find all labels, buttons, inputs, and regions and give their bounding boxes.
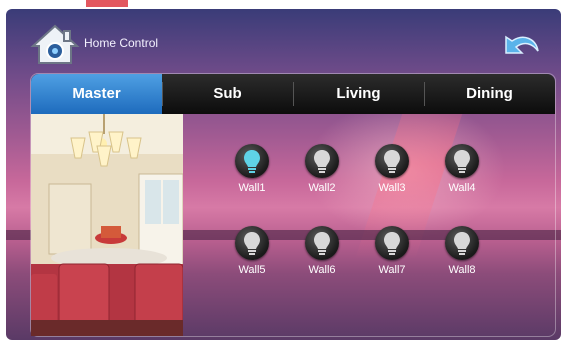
tab-sub[interactable]: Sub: [162, 74, 293, 114]
light-wall5[interactable]: Wall5: [227, 226, 277, 276]
bulb-icon[interactable]: [305, 226, 339, 260]
light-label: Wall2: [308, 182, 336, 194]
app-title: Home Control: [84, 36, 159, 50]
bulb-icon[interactable]: [235, 226, 269, 260]
lightbulb-icon: [384, 150, 400, 173]
light-label: Wall1: [238, 182, 266, 194]
lightbulb-icon: [244, 232, 260, 255]
lightbulb-icon: [244, 150, 260, 173]
bulb-icon[interactable]: [305, 144, 339, 178]
light-wall6[interactable]: Wall6: [297, 226, 347, 276]
lightbulb-icon: [314, 150, 330, 173]
light-label: Wall5: [238, 264, 266, 276]
bulb-icon[interactable]: [375, 144, 409, 178]
app-screen: Home Control Master Sub Living Dining Wa…: [6, 9, 561, 340]
tab-dining[interactable]: Dining: [424, 74, 555, 114]
back-arrow-icon: [505, 35, 539, 54]
home-button[interactable]: [30, 23, 80, 67]
bulb-icon[interactable]: [375, 226, 409, 260]
lightbulb-icon: [314, 232, 330, 255]
lightbulb-icon: [384, 232, 400, 255]
light-wall8[interactable]: Wall8: [437, 226, 487, 276]
tab-living[interactable]: Living: [293, 74, 424, 114]
back-button[interactable]: [498, 31, 544, 61]
room-tabs: Master Sub Living Dining: [31, 74, 555, 114]
light-label: Wall6: [308, 264, 336, 276]
light-wall2[interactable]: Wall2: [297, 144, 347, 194]
room-image: [31, 114, 183, 336]
home-icon: [30, 24, 80, 64]
dining-room-illustration: [31, 114, 183, 336]
bulb-icon[interactable]: [445, 226, 479, 260]
bulb-icon[interactable]: [235, 144, 269, 178]
top-marker: [86, 0, 128, 7]
light-wall3[interactable]: Wall3: [367, 144, 417, 194]
lightbulb-icon: [454, 150, 470, 173]
light-wall4[interactable]: Wall4: [437, 144, 487, 194]
light-wall1[interactable]: Wall1: [227, 144, 277, 194]
lights-grid: Wall1 Wall2 Wall3 Wall4 Wall5 Wall6 Wall…: [227, 144, 527, 340]
light-label: Wall7: [378, 264, 406, 276]
bulb-icon[interactable]: [445, 144, 479, 178]
tab-master[interactable]: Master: [31, 74, 162, 114]
lightbulb-icon: [454, 232, 470, 255]
light-label: Wall8: [448, 264, 476, 276]
control-panel: Master Sub Living Dining Wall1 Wall2 Wal…: [30, 73, 556, 337]
light-label: Wall3: [378, 182, 406, 194]
light-label: Wall4: [448, 182, 476, 194]
light-wall7[interactable]: Wall7: [367, 226, 417, 276]
